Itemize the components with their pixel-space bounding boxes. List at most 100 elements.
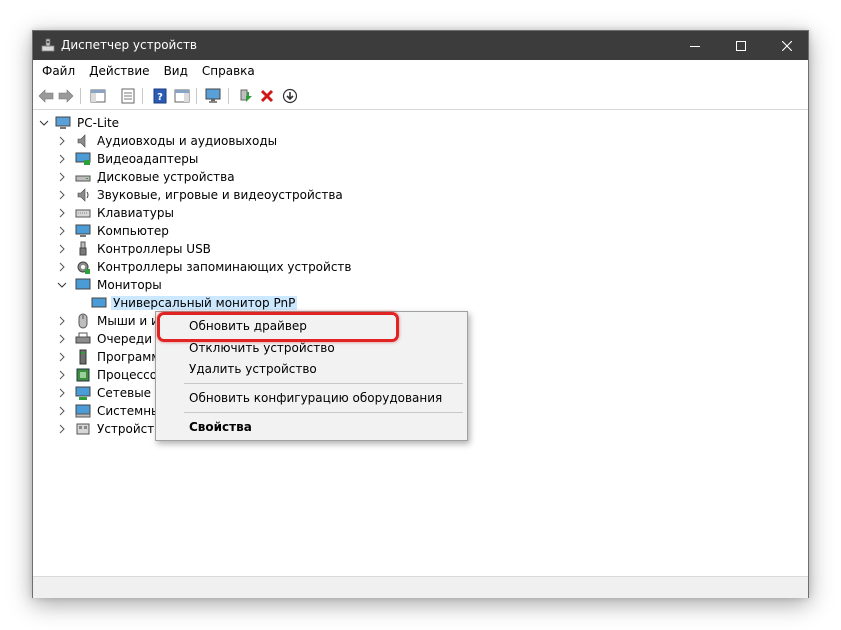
device-manager-app-icon [41, 38, 55, 52]
menu-action[interactable]: Действие [82, 62, 156, 80]
tree-category-label: Компьютер [97, 224, 169, 238]
properties-button[interactable] [119, 87, 137, 105]
chevron-right-icon[interactable] [57, 172, 67, 182]
tree-category[interactable]: Компьютер [57, 222, 171, 240]
back-arrow-icon [38, 89, 54, 103]
network-adapter-icon [75, 386, 91, 400]
update-driver-button[interactable] [236, 87, 254, 105]
help-button[interactable]: ? [151, 87, 169, 105]
maximize-button[interactable] [718, 31, 764, 60]
properties-icon [121, 88, 135, 104]
tree-category-label: Мониторы [97, 278, 162, 292]
properties-menu-item[interactable]: Свойства [156, 416, 467, 438]
maximize-icon [736, 40, 746, 51]
mouse-icon [78, 313, 88, 329]
tree-root-label: PC-Lite [77, 116, 120, 130]
sound-device-icon [77, 188, 89, 202]
chevron-right-icon[interactable] [57, 226, 67, 236]
show-hide-tree-button[interactable] [89, 87, 107, 105]
scan-hardware-button[interactable] [205, 87, 223, 105]
display-adapter-icon [75, 152, 91, 165]
tree-root[interactable]: PC-Lite [39, 114, 121, 132]
chevron-right-icon[interactable] [57, 370, 67, 380]
action-pane-button[interactable] [173, 87, 191, 105]
download-driver-icon [282, 88, 298, 104]
tree-category[interactable]: Контроллеры запоминающих устройств [57, 258, 353, 276]
computer-icon [75, 224, 91, 237]
processor-icon [76, 368, 90, 382]
chevron-right-icon[interactable] [57, 136, 67, 146]
svg-text:?: ? [157, 92, 163, 103]
back-button[interactable] [37, 87, 55, 105]
print-queue-icon [75, 332, 91, 344]
tree-category[interactable]: Системны [57, 402, 163, 420]
menu-file[interactable]: Файл [35, 62, 82, 80]
tree-category-expanded[interactable]: Мониторы [57, 276, 164, 294]
forward-arrow-icon [58, 89, 74, 103]
tree-category[interactable]: Устройства [57, 420, 171, 438]
uninstall-x-icon [260, 89, 274, 103]
menu-help[interactable]: Справка [195, 62, 262, 80]
chevron-right-icon[interactable] [57, 424, 67, 434]
chevron-right-icon[interactable] [57, 316, 67, 326]
tree-device[interactable]: Универсальный монитор PnP [85, 294, 298, 312]
disk-drive-icon [75, 175, 91, 182]
tree-device-label: Универсальный монитор PnP [111, 296, 298, 310]
tree-category-label: Клавиатуры [97, 206, 174, 220]
close-button[interactable] [764, 31, 810, 60]
storage-controller-icon [77, 261, 90, 274]
chevron-right-icon[interactable] [57, 154, 67, 164]
tree-category-label: Дисковые устройства [97, 170, 235, 184]
status-bar [33, 576, 808, 598]
tree-category[interactable]: Мыши и и [57, 312, 161, 330]
minimize-button[interactable] [672, 31, 718, 60]
chevron-right-icon[interactable] [57, 190, 67, 200]
tree-category-label: Мыши и и [97, 314, 159, 328]
keyboard-icon [75, 209, 91, 218]
tree-category-label: Программ [97, 350, 161, 364]
forward-button[interactable] [57, 87, 75, 105]
speaker-icon [77, 134, 86, 148]
toolbar-separator [196, 88, 197, 104]
tree-category[interactable]: Процессор [57, 366, 167, 384]
usb-icon [79, 241, 87, 256]
chevron-right-icon[interactable] [57, 406, 67, 416]
tree-category-label: Системны [97, 404, 161, 418]
chevron-right-icon[interactable] [57, 208, 67, 218]
tree-category[interactable]: Аудиовходы и аудиовыходы [57, 132, 279, 150]
toolbar-separator [228, 88, 229, 104]
tree-category-label: Контроллеры запоминающих устройств [97, 260, 352, 274]
menu-view[interactable]: Вид [157, 62, 195, 80]
title-bar[interactable]: Диспетчер устройств [33, 31, 808, 60]
action-pane-icon [174, 89, 190, 103]
tree-category[interactable]: Очереди п [57, 330, 166, 348]
software-device-icon [79, 349, 87, 365]
tree-category[interactable]: Видеоадаптеры [57, 150, 200, 168]
tree-category[interactable]: Программ [57, 348, 162, 366]
monitor-device-icon [91, 297, 107, 308]
update-driver-icon [240, 89, 252, 102]
uninstall-device-button[interactable] [258, 87, 276, 105]
toolbar-separator [80, 88, 81, 104]
uninstall-device-menu-item[interactable]: Удалить устройство [156, 358, 467, 380]
chevron-right-icon[interactable] [57, 334, 67, 344]
chevron-down-icon[interactable] [57, 280, 67, 290]
tree-category-label: Контроллеры USB [97, 242, 211, 256]
tree-category[interactable]: Дисковые устройства [57, 168, 237, 186]
chevron-right-icon[interactable] [57, 262, 67, 272]
chevron-right-icon[interactable] [57, 352, 67, 362]
help-icon: ? [153, 88, 167, 104]
system-device-icon [75, 404, 91, 418]
monitor-icon [75, 278, 91, 290]
chevron-right-icon[interactable] [57, 388, 67, 398]
tree-category[interactable]: Звуковые, игровые и видеоустройства [57, 186, 345, 204]
highlight-annotation [157, 312, 399, 342]
scan-hardware-menu-item[interactable]: Обновить конфигурацию оборудования [156, 387, 467, 409]
chevron-down-icon[interactable] [39, 118, 49, 128]
minimize-icon [690, 45, 700, 47]
download-driver-button[interactable] [281, 87, 299, 105]
chevron-right-icon[interactable] [57, 244, 67, 254]
tree-category[interactable]: Контроллеры USB [57, 240, 213, 258]
tree-category[interactable]: Клавиатуры [57, 204, 176, 222]
hid-device-icon [76, 423, 90, 435]
